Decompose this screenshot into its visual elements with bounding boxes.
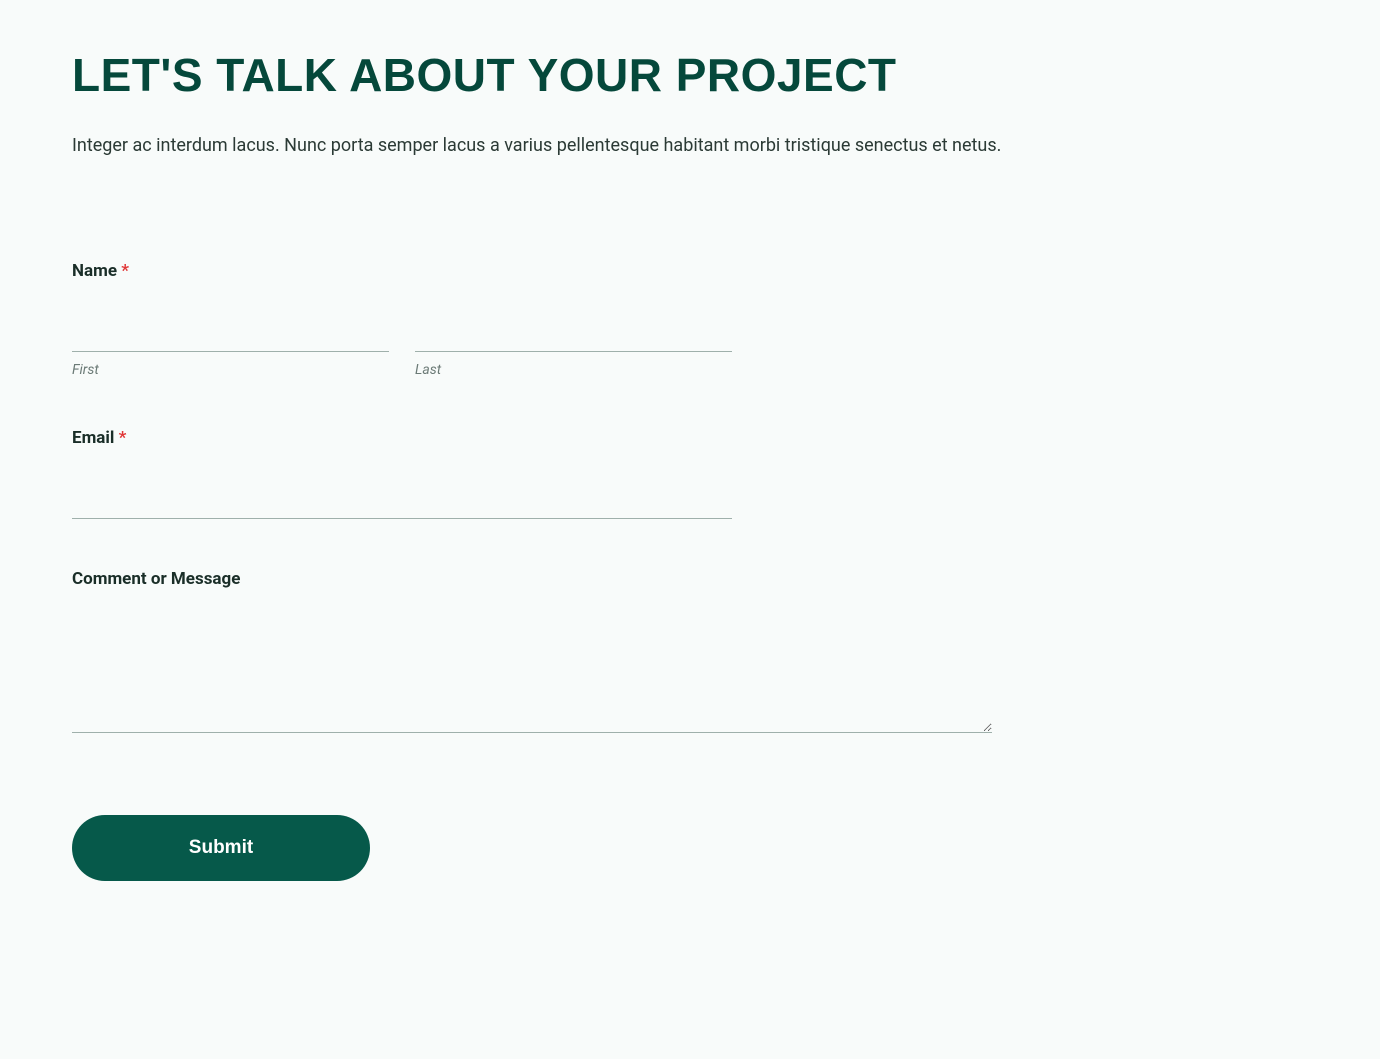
first-sub-label: First	[72, 362, 389, 378]
intro-text: Integer ac interdum lacus. Nunc porta se…	[72, 132, 1028, 161]
last-name-input[interactable]	[415, 307, 732, 352]
email-input[interactable]	[72, 474, 732, 519]
first-name-input[interactable]	[72, 307, 389, 352]
comment-textarea[interactable]	[72, 615, 992, 733]
name-required-star: *	[121, 261, 129, 281]
submit-button[interactable]: Submit	[72, 815, 370, 881]
last-sub-label: Last	[415, 362, 732, 378]
name-label: Name *	[72, 261, 129, 281]
email-required-star: *	[119, 428, 127, 448]
name-label-text: Name	[72, 261, 117, 281]
email-label-text: Email	[72, 428, 114, 448]
comment-label: Comment or Message	[72, 569, 240, 589]
page-title: LET'S TALK ABOUT YOUR PROJECT	[72, 48, 1028, 102]
email-label: Email *	[72, 428, 126, 448]
